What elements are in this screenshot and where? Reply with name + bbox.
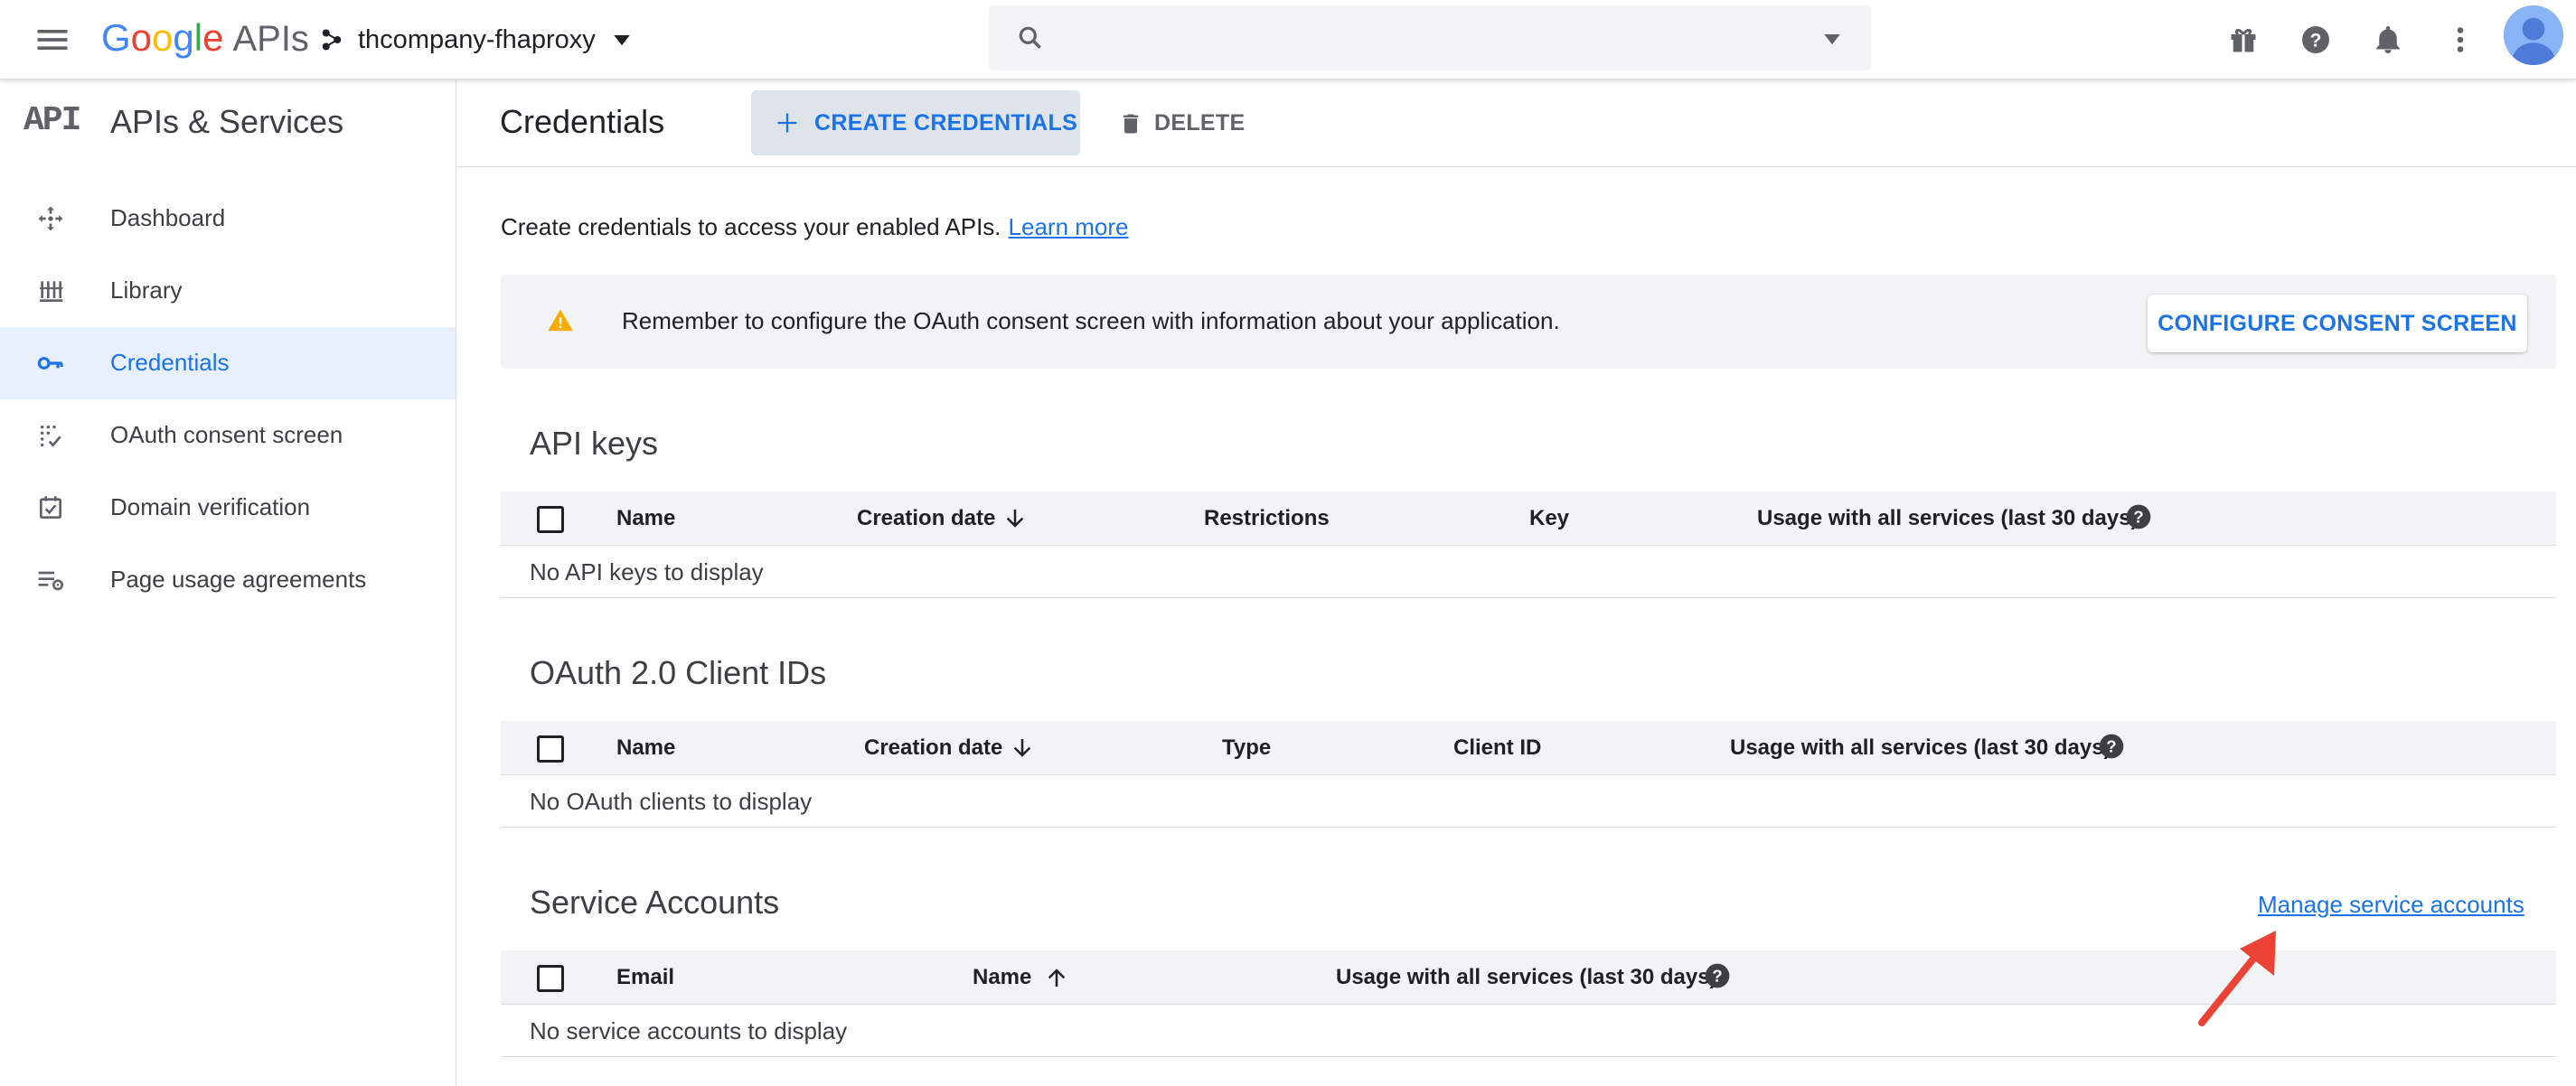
key-icon <box>37 357 63 370</box>
api-keys-title: API keys <box>530 425 659 462</box>
dashboard-icon <box>38 206 63 231</box>
help-icon[interactable]: ? <box>2097 732 2126 761</box>
sidebar-item-library[interactable]: Library <box>0 255 456 327</box>
svg-text:?: ? <box>1712 967 1722 986</box>
sidebar-title: APIs & Services <box>110 103 344 140</box>
project-selector[interactable]: thcompany-fhaproxy <box>318 18 635 61</box>
search-icon <box>1019 26 1041 49</box>
column-header[interactable]: Creation date <box>864 735 1002 761</box>
column-header[interactable]: Usage with all services (last 30 days) <box>1730 735 2111 761</box>
search-input[interactable] <box>1061 18 1784 58</box>
notifications-icon[interactable] <box>2368 20 2408 60</box>
sidebar-header: API APIs & Services <box>0 80 456 166</box>
column-header[interactable]: Client ID <box>1453 735 1541 761</box>
manage-service-accounts-link[interactable]: Manage service accounts <box>2258 891 2524 919</box>
column-header[interactable]: Name <box>973 965 1031 990</box>
column-header[interactable]: Email <box>616 965 674 990</box>
plus-icon <box>777 113 797 133</box>
top-bar: Google APIs thcompany-fhaproxy ? <box>0 0 2576 80</box>
svg-text:?: ? <box>2310 31 2322 51</box>
oauth-empty-row: No OAuth clients to display <box>501 775 2556 828</box>
column-header[interactable]: Creation date <box>857 506 995 531</box>
delete-button[interactable]: DELETE <box>1111 90 1255 155</box>
column-header[interactable]: Name <box>616 735 675 761</box>
column-header[interactable]: Type <box>1222 735 1271 761</box>
column-header[interactable]: Key <box>1529 506 1569 531</box>
oauth-title: OAuth 2.0 Client IDs <box>530 654 827 691</box>
help-icon[interactable]: ? <box>2296 20 2336 60</box>
consent-icon <box>40 425 61 447</box>
arrow-down-icon[interactable] <box>1001 504 1029 533</box>
help-icon[interactable]: ? <box>1703 961 1732 990</box>
annotation-arrow-icon <box>2198 931 2276 1026</box>
create-credentials-button[interactable]: CREATE CREDENTIALS <box>751 90 1080 155</box>
warning-icon <box>548 309 573 332</box>
library-icon <box>40 281 63 302</box>
project-icon <box>322 29 342 51</box>
google-apis-logo[interactable]: Google APIs <box>101 13 309 63</box>
sidebar-item-credentials[interactable]: Credentials <box>0 327 456 399</box>
more-vert-icon[interactable] <box>2440 20 2480 60</box>
page-title: Credentials <box>500 103 665 140</box>
trash-icon <box>1123 114 1139 134</box>
column-header[interactable]: Usage with all services (last 30 days) <box>1336 965 1717 990</box>
configure-consent-screen-button[interactable]: CONFIGURE CONSENT SCREEN <box>2148 295 2527 352</box>
select-all-api-keys-checkbox[interactable] <box>537 506 564 533</box>
consent-warning-banner: Remember to configure the OAuth consent … <box>501 275 2556 369</box>
chevron-down-icon <box>614 35 630 46</box>
menu-icon[interactable] <box>33 20 72 60</box>
learn-more-link[interactable]: Learn more <box>1009 213 1129 240</box>
sidebar-item-domain-verification[interactable]: Domain verification <box>0 472 456 544</box>
select-all-service-accounts-checkbox[interactable] <box>537 965 564 992</box>
sidebar-item-dashboard[interactable]: Dashboard <box>0 183 456 255</box>
project-name: thcompany-fhaproxy <box>358 24 596 54</box>
gift-icon[interactable] <box>2223 20 2263 60</box>
avatar[interactable] <box>2504 5 2563 65</box>
service-accounts-title: Service Accounts <box>530 884 780 921</box>
banner-message: Remember to configure the OAuth consent … <box>622 307 1560 334</box>
arrow-down-icon[interactable] <box>1009 734 1036 763</box>
oauth-table-header: Name Creation date Type Client ID Usage … <box>501 721 2556 775</box>
svg-text:?: ? <box>2133 508 2143 527</box>
sidebar-item-page-usage-agreements[interactable]: Page usage agreements <box>0 544 456 616</box>
api-keys-table-header: Name Creation date Restrictions Key Usag… <box>501 492 2556 546</box>
select-all-oauth-checkbox[interactable] <box>537 735 564 763</box>
svg-text:?: ? <box>2106 737 2116 756</box>
logo-suffix: APIs <box>232 19 309 59</box>
search-options-chevron-icon[interactable] <box>1819 25 1846 52</box>
sidebar: API APIs & Services Dashboard Library Cr… <box>0 80 456 1086</box>
column-header[interactable]: Restrictions <box>1204 506 1330 531</box>
sidebar-item-oauth-consent-screen[interactable]: OAuth consent screen <box>0 399 456 472</box>
arrow-up-icon[interactable] <box>1043 963 1070 992</box>
api-badge-icon: API <box>24 101 81 140</box>
intro-text: Create credentials to access your enable… <box>501 213 1129 240</box>
page-header: Credentials CREATE CREDENTIALS DELETE <box>456 80 2576 167</box>
help-icon[interactable]: ? <box>2124 502 2153 531</box>
search-bar[interactable] <box>989 5 1871 70</box>
verification-icon <box>40 496 61 519</box>
settings-list-icon <box>38 571 63 591</box>
column-header[interactable]: Usage with all services (last 30 days) <box>1757 506 2139 531</box>
api-keys-empty-row: No API keys to display <box>501 546 2556 598</box>
column-header[interactable]: Name <box>616 506 675 531</box>
